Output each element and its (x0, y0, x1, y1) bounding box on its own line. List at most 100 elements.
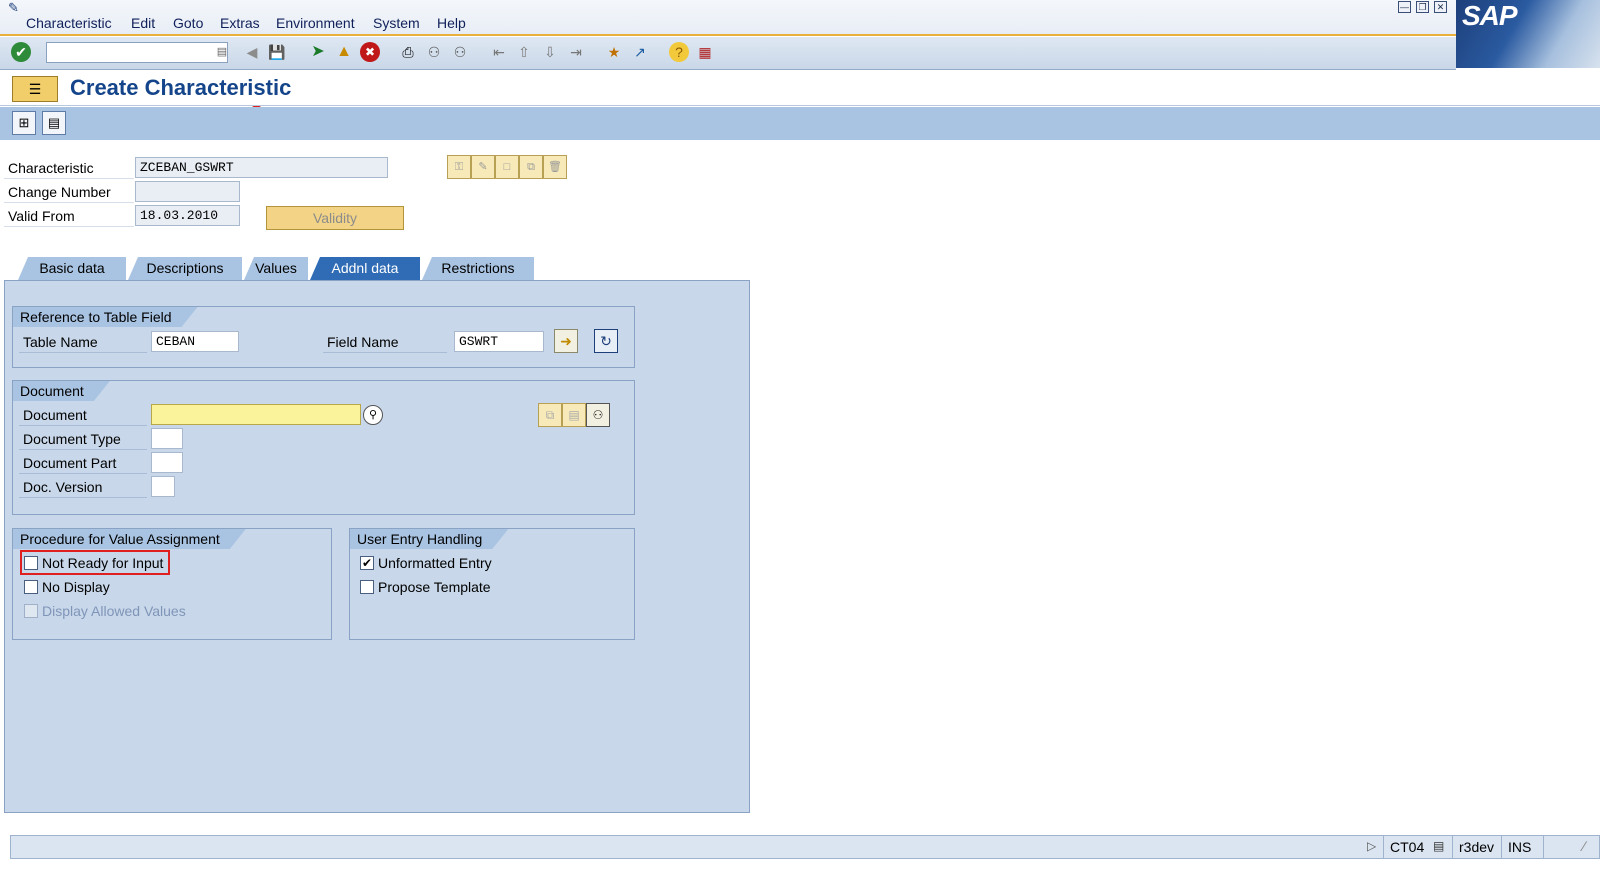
status-expand-icon[interactable]: ▷ (1367, 839, 1376, 853)
menu-edit[interactable]: Edit (131, 15, 155, 31)
propose-template-checkbox[interactable] (360, 580, 374, 594)
status-system: r3dev (1452, 836, 1500, 858)
sap-logo-text: SAP (1462, 0, 1518, 31)
document-label: Document (19, 404, 147, 426)
menu-extras[interactable]: Extras (220, 15, 260, 31)
menu-goto[interactable]: Goto (173, 15, 203, 31)
back-nav-icon[interactable]: ➤ (308, 42, 328, 62)
shortcut-icon[interactable]: ↗ (630, 42, 650, 62)
status-mode: INS (1501, 836, 1537, 858)
tab-addnl-data[interactable]: Addnl data (310, 257, 420, 280)
characteristic-label: Characteristic (4, 157, 134, 179)
table-name-label: Table Name (19, 331, 147, 353)
status-empty (1543, 836, 1583, 858)
document-field[interactable] (151, 404, 361, 425)
other-characteristic-icon[interactable]: ⊞ (12, 111, 36, 135)
system-toolbar: ✔ ▤ ◀ 💾 ➤ ▲ ✖ ⎙ ⚇ ⚇ ⇤ ⇧ ⇩ ⇥ ★ ↗ ? ▦ (0, 37, 1456, 115)
transfer-arrow-icon[interactable]: ➜ (554, 329, 578, 353)
restore-icon[interactable]: ❐ (1416, 1, 1429, 13)
page-title: Create Characteristic (70, 75, 292, 100)
user-entry-group-title: User Entry Handling (350, 529, 508, 549)
field-name-label: Field Name (323, 331, 447, 353)
back-arrow-icon[interactable]: ◀ (242, 42, 262, 62)
tab-basic-data[interactable]: Basic data (18, 257, 126, 280)
doc-version-field[interactable] (151, 476, 175, 497)
change-number-field[interactable] (135, 181, 240, 202)
tab-descriptions[interactable]: Descriptions (128, 257, 242, 280)
menu-system[interactable]: System (373, 15, 420, 31)
document-search-help-icon[interactable]: ⚲ (363, 405, 383, 425)
copy-icon[interactable]: ⧉ (519, 155, 543, 179)
create-session-icon[interactable]: ★ (604, 42, 624, 62)
document-group: Document Document ⚲ ⧉ ▤ ⚇ Document Type … (12, 380, 635, 515)
tab-values[interactable]: Values (244, 257, 308, 280)
exit-icon[interactable]: ▲ (334, 42, 354, 62)
resize-grip-icon[interactable]: ∕ (1583, 838, 1585, 854)
save-icon[interactable]: 💾 (267, 42, 287, 62)
change-number-label: Change Number (4, 181, 134, 203)
sap-logo: SAP (1456, 0, 1600, 68)
procedure-group-title: Procedure for Value Assignment (13, 529, 246, 549)
no-display-label: No Display (42, 579, 110, 595)
doc-version-label: Doc. Version (19, 476, 147, 498)
valid-from-label: Valid From (4, 205, 134, 227)
close-icon[interactable]: ✕ (1434, 1, 1447, 13)
no-display-checkbox[interactable] (24, 580, 38, 594)
menu-bar: ✎ Characteristic Edit Goto Extras Enviro… (0, 0, 1600, 36)
menu-characteristic[interactable]: Characteristic (26, 15, 112, 31)
propose-template-label: Propose Template (378, 579, 491, 595)
unformatted-entry-label: Unformatted Entry (378, 555, 492, 571)
create-icon[interactable]: □ (495, 155, 519, 179)
document-type-label: Document Type (19, 428, 147, 450)
document-part-field[interactable] (151, 452, 183, 473)
menu-environment[interactable]: Environment (276, 15, 355, 31)
application-toolbar: ⊞ ▤ (0, 107, 1600, 140)
status-transaction: CT04 (1383, 836, 1430, 858)
find-next-icon[interactable]: ⚇ (450, 42, 470, 62)
delete-icon[interactable]: 🗑 (543, 155, 567, 179)
tab-restrictions[interactable]: Restrictions (422, 257, 534, 280)
status-bar: ▷ CT04 ▤ r3dev INS ∕ (10, 835, 1600, 859)
find-icon[interactable]: ⚇ (424, 42, 444, 62)
user-entry-group: User Entry Handling ✔ Unformatted Entry … (349, 528, 635, 640)
change-icon[interactable]: ✎ (471, 155, 495, 179)
menu-help[interactable]: Help (437, 15, 466, 31)
valid-from-field[interactable]: 18.03.2010 (135, 205, 240, 226)
display-allowed-label: Display Allowed Values (42, 603, 186, 619)
previous-page-icon[interactable]: ⇧ (514, 42, 534, 62)
document-part-label: Document Part (19, 452, 147, 474)
command-field[interactable] (46, 42, 228, 63)
validity-button[interactable]: Validity (266, 206, 404, 230)
doc-structure-icon[interactable]: ▤ (562, 403, 586, 427)
print-icon[interactable]: ⎙ (398, 42, 418, 62)
table-name-field[interactable]: CEBAN (151, 331, 239, 352)
field-name-field[interactable]: GSWRT (454, 331, 544, 352)
document-type-field[interactable] (151, 428, 183, 449)
red-highlight-box (20, 550, 170, 575)
reference-group-title: Reference to Table Field (13, 307, 198, 327)
enter-icon[interactable]: ✔ (11, 42, 31, 62)
doc-find-icon[interactable]: ⚇ (586, 403, 610, 427)
refresh-icon[interactable]: ↻ (594, 329, 618, 353)
customize-layout-icon[interactable]: ▦ (695, 42, 715, 62)
document-group-title: Document (13, 381, 110, 401)
next-page-icon[interactable]: ⇩ (540, 42, 560, 62)
minimize-icon[interactable]: — (1398, 1, 1411, 13)
display-icon[interactable]: ⚿ (447, 155, 471, 179)
status-info-icon[interactable]: ▤ (1433, 839, 1444, 853)
unformatted-entry-checkbox[interactable]: ✔ (360, 556, 374, 570)
doc-copy-icon[interactable]: ⧉ (538, 403, 562, 427)
reference-group: Reference to Table Field Table Name CEBA… (12, 306, 635, 368)
last-page-icon[interactable]: ⇥ (566, 42, 586, 62)
display-allowed-checkbox (24, 604, 38, 618)
command-history-icon[interactable]: ▤ (212, 42, 232, 62)
system-menu-icon[interactable]: ✎ (8, 0, 19, 16)
first-page-icon[interactable]: ⇤ (489, 42, 509, 62)
menu-overview-icon[interactable]: ☰ (12, 76, 58, 102)
display-structure-icon[interactable]: ▤ (42, 111, 66, 135)
help-icon[interactable]: ? (669, 42, 689, 62)
cancel-icon[interactable]: ✖ (360, 42, 380, 62)
characteristic-field[interactable]: ZCEBAN_GSWRT (135, 157, 388, 178)
procedure-group: Procedure for Value Assignment Not Ready… (12, 528, 332, 640)
title-bar: ☰ Create Characteristic (0, 71, 1600, 106)
